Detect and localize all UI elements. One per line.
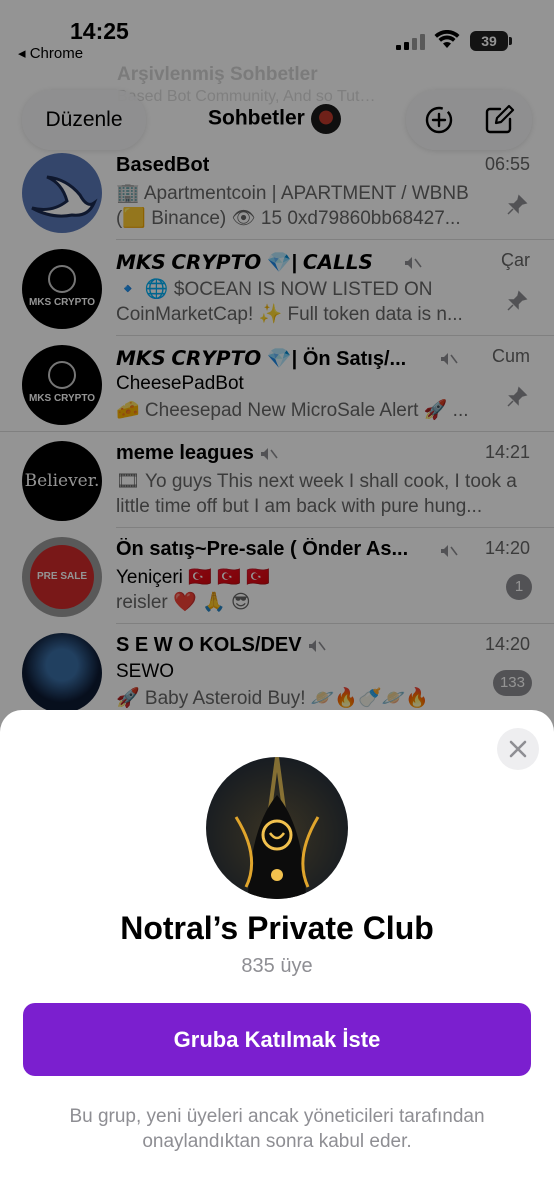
request-join-button[interactable]: Gruba Katılmak İste	[23, 1003, 531, 1076]
close-icon	[509, 740, 527, 758]
group-name: Notral’s Private Club	[120, 910, 434, 946]
group-avatar	[206, 757, 348, 899]
close-button[interactable]	[497, 728, 539, 770]
member-count: 835 üye	[241, 955, 313, 977]
approval-note: Bu grup, yeni üyeleri ancak yöneticileri…	[69, 1106, 485, 1152]
